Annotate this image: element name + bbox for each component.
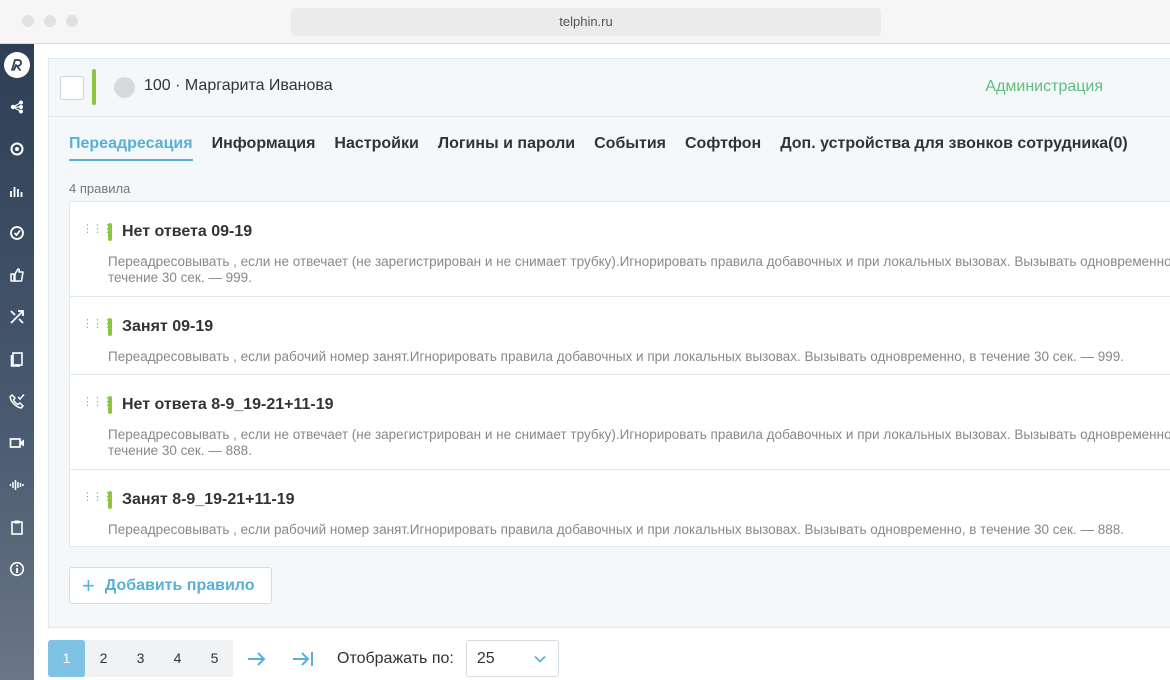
rules-count: 4 правила — [69, 181, 131, 196]
page-3[interactable]: 3 — [122, 640, 159, 677]
minimize-window-button[interactable] — [44, 15, 56, 27]
tab-settings[interactable]: Настройки — [334, 135, 418, 161]
page-4[interactable]: 4 — [159, 640, 196, 677]
logo-icon — [11, 59, 22, 71]
avatar — [114, 77, 135, 98]
employee-panel: 100 · Маргарита Иванова Администрация Пе… — [48, 58, 1170, 628]
close-window-button[interactable] — [22, 15, 34, 27]
tabs: Переадресация Информация Настройки Логин… — [69, 135, 1147, 161]
rule-status-bar — [108, 396, 112, 414]
settings-icon[interactable] — [8, 140, 26, 158]
rule-status-bar — [108, 491, 112, 509]
rule-description: Переадресовывать , если рабочий номер за… — [108, 349, 1124, 364]
tab-events[interactable]: События — [594, 135, 666, 161]
rule-description: Переадресовывать , если рабочий номер за… — [108, 522, 1124, 537]
rule-title: Занят 09-19 — [122, 318, 214, 335]
address-bar[interactable]: telphin.ru — [291, 8, 881, 36]
rule-item[interactable]: ⋮⋮⋮ Нет ответа 8-9_19-21+11-19 Переадрес… — [70, 375, 1170, 470]
add-rule-button[interactable]: + Добавить правило — [69, 567, 272, 604]
clipboard-icon[interactable] — [8, 518, 26, 536]
target-icon[interactable] — [8, 224, 26, 242]
main-content: 100 · Маргарита Иванова Администрация Пе… — [34, 44, 1170, 680]
rule-title: Нет ответа 09-19 — [122, 223, 253, 240]
page-2[interactable]: 2 — [85, 640, 122, 677]
telphin-logo[interactable] — [4, 52, 30, 78]
maximize-window-button[interactable] — [66, 15, 78, 27]
pagination: 1 2 3 4 5 Отображать по: 25 — [48, 640, 559, 677]
tab-logins[interactable]: Логины и пароли — [438, 135, 575, 161]
per-page-select[interactable]: 25 — [465, 640, 559, 677]
page-1[interactable]: 1 — [48, 640, 85, 677]
info-icon[interactable] — [8, 560, 26, 578]
department-label[interactable]: Администрация — [985, 78, 1103, 96]
sidebar — [0, 44, 34, 680]
page-numbers: 1 2 3 4 5 — [48, 640, 233, 677]
rule-item[interactable]: ⋮⋮⋮ Занят 8-9_19-21+11-19 Переадресовыва… — [70, 470, 1170, 546]
routing-icon[interactable] — [8, 308, 26, 326]
plus-icon: + — [82, 572, 95, 598]
rule-item[interactable]: ⋮⋮⋮ Нет ответа 09-19 Переадресовывать , … — [70, 202, 1170, 297]
thumbs-up-icon[interactable] — [8, 266, 26, 284]
employee-checkbox[interactable] — [60, 76, 84, 100]
rule-title: Нет ответа 8-9_19-21+11-19 — [122, 396, 334, 413]
rule-description: Переадресовывать , если не отвечает (не … — [108, 254, 1170, 285]
documents-icon[interactable] — [8, 350, 26, 368]
window-controls — [22, 15, 78, 27]
tree-icon[interactable] — [8, 98, 26, 116]
tab-extra-devices[interactable]: Доп. устройства для звонков сотрудника(0… — [780, 135, 1128, 161]
rule-status-bar — [108, 223, 112, 241]
status-bar — [92, 69, 96, 105]
tab-softphone[interactable]: Софтфон — [685, 135, 761, 161]
rule-status-bar — [108, 318, 112, 336]
phone-check-icon[interactable] — [8, 392, 26, 410]
rule-title: Занят 8-9_19-21+11-19 — [122, 491, 295, 508]
chevron-down-icon — [534, 655, 546, 663]
employee-row[interactable]: 100 · Маргарита Иванова Администрация — [49, 59, 1170, 117]
last-page-icon[interactable] — [291, 647, 315, 671]
tab-forwarding[interactable]: Переадресация — [69, 135, 193, 161]
browser-chrome: telphin.ru — [0, 0, 1170, 44]
tab-information[interactable]: Информация — [212, 135, 316, 161]
video-icon[interactable] — [8, 434, 26, 452]
per-page-value: 25 — [476, 649, 495, 667]
next-page-icon[interactable] — [245, 647, 269, 671]
stats-icon[interactable] — [8, 182, 26, 200]
voice-icon[interactable] — [8, 476, 26, 494]
rule-description: Переадресовывать , если не отвечает (не … — [108, 427, 1170, 458]
rule-item[interactable]: ⋮⋮⋮ Занят 09-19 Переадресовывать , если … — [70, 297, 1170, 375]
page-5[interactable]: 5 — [196, 640, 233, 677]
rules-list: ⋮⋮⋮ Нет ответа 09-19 Переадресовывать , … — [69, 201, 1170, 547]
add-rule-label: Добавить правило — [104, 576, 255, 594]
per-page-label: Отображать по: — [337, 649, 454, 667]
employee-name: 100 · Маргарита Иванова — [144, 77, 333, 94]
